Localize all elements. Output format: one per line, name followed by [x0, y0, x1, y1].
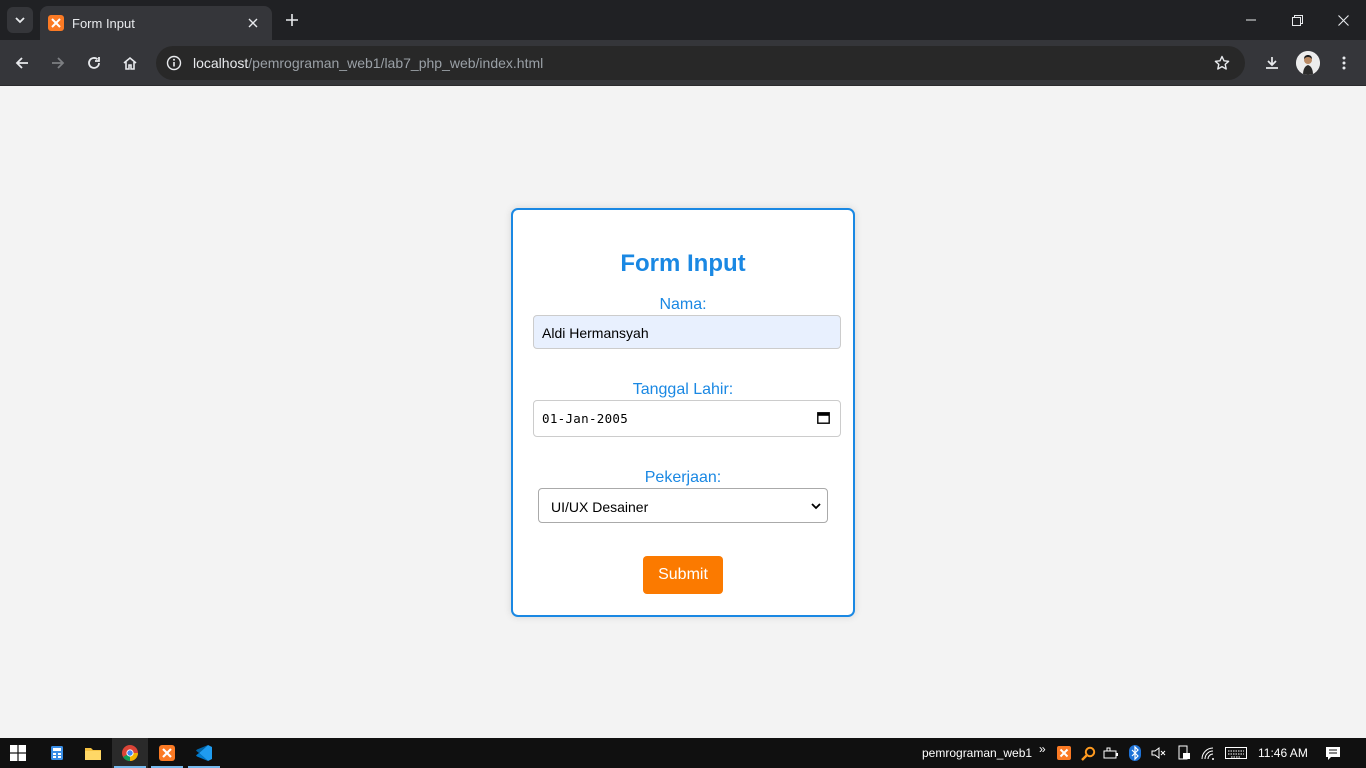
- tanggal-lahir-value: 01-Jan-2005: [542, 411, 629, 426]
- windows-taskbar: pemrograman_web1 » 11:46 AM: [0, 738, 1366, 768]
- restore-icon: [1291, 14, 1303, 26]
- arrow-left-icon: [15, 57, 28, 69]
- pekerjaan-select[interactable]: UI/UX Desainer: [538, 488, 828, 523]
- nama-input-value: Aldi Hermansyah: [542, 325, 649, 341]
- tray-power-icon[interactable]: [1103, 745, 1119, 761]
- minimize-icon: [1246, 19, 1256, 21]
- pekerjaan-selected-value: UI/UX Desainer: [551, 499, 649, 515]
- home-button[interactable]: [116, 49, 144, 77]
- tab-close-icon[interactable]: [244, 14, 262, 32]
- profile-picture-icon: [1296, 51, 1320, 75]
- tab-search-button[interactable]: [7, 7, 33, 33]
- xampp-favicon-icon: [48, 15, 64, 31]
- folder-icon: [85, 748, 101, 760]
- tray-search-icon[interactable]: [1080, 745, 1096, 761]
- calculator-icon: [51, 746, 63, 760]
- reload-icon: [88, 57, 100, 69]
- tanggal-lahir-label: Tanggal Lahir:: [632, 381, 734, 398]
- tray-xampp-icon[interactable]: [1056, 745, 1072, 761]
- address-bar[interactable]: localhost/pemrograman_web1/lab7_php_web/…: [156, 46, 1245, 80]
- bluetooth-icon[interactable]: [1127, 745, 1143, 761]
- restore-button[interactable]: [1274, 0, 1320, 40]
- calendar-icon[interactable]: [817, 411, 830, 424]
- browser-tabstrip: Form Input: [0, 0, 1366, 40]
- volume-muted-icon[interactable]: [1151, 745, 1167, 761]
- start-button[interactable]: [0, 738, 36, 768]
- keyboard-icon[interactable]: [1225, 745, 1247, 761]
- nama-input[interactable]: Aldi Hermansyah: [533, 315, 841, 349]
- url-text: localhost/pemrograman_web1/lab7_php_web/…: [193, 55, 543, 71]
- plus-icon: [286, 14, 298, 26]
- forward-button[interactable]: [44, 49, 72, 77]
- wifi-icon[interactable]: [1200, 745, 1216, 761]
- close-window-button[interactable]: [1320, 0, 1366, 40]
- chrome-icon: [122, 745, 138, 761]
- home-icon: [123, 56, 137, 70]
- chevron-down-icon: [811, 503, 821, 510]
- taskbar-file-explorer[interactable]: [75, 738, 111, 768]
- taskbar-folder-toolbar[interactable]: pemrograman_web1: [922, 746, 1032, 760]
- browser-tab[interactable]: Form Input: [40, 6, 272, 40]
- xampp-icon: [159, 745, 175, 761]
- chevron-down-icon: [15, 17, 25, 24]
- toolbar-overflow-icon[interactable]: »: [1039, 742, 1046, 756]
- form-title: Form Input: [620, 250, 746, 277]
- close-icon: [1337, 14, 1349, 26]
- profile-avatar[interactable]: [1296, 51, 1320, 75]
- site-info-icon[interactable]: [162, 51, 186, 75]
- url-host: localhost: [193, 55, 249, 71]
- download-icon: [1266, 57, 1278, 69]
- browser-menu-button[interactable]: [1330, 49, 1358, 77]
- page-viewport: Form Input Nama: Aldi Hermansyah Tanggal…: [0, 87, 1366, 738]
- back-button[interactable]: [8, 49, 36, 77]
- submit-button[interactable]: Submit: [643, 556, 723, 594]
- vscode-icon: [196, 745, 212, 761]
- notification-icon[interactable]: [1325, 745, 1341, 761]
- bookmark-star-icon[interactable]: [1211, 52, 1233, 74]
- arrow-right-icon: [52, 57, 65, 69]
- url-path: /pemrograman_web1/lab7_php_web/index.htm…: [248, 55, 544, 71]
- minimize-button[interactable]: [1228, 0, 1274, 40]
- tab-title: Form Input: [72, 15, 135, 31]
- more-vertical-icon: [1342, 56, 1346, 70]
- taskbar-clock[interactable]: 11:46 AM: [1258, 746, 1308, 760]
- windows-logo-icon: [10, 745, 26, 761]
- new-tab-button[interactable]: [280, 8, 304, 32]
- taskbar-chrome[interactable]: [112, 738, 148, 768]
- browser-toolbar: localhost/pemrograman_web1/lab7_php_web/…: [0, 40, 1366, 86]
- pekerjaan-label: Pekerjaan:: [644, 469, 722, 486]
- downloads-button[interactable]: [1258, 49, 1286, 77]
- taskbar-xampp[interactable]: [149, 738, 185, 768]
- taskbar-store-app[interactable]: [39, 738, 75, 768]
- form-card: Form Input Nama: Aldi Hermansyah Tanggal…: [511, 208, 855, 617]
- reload-button[interactable]: [80, 49, 108, 77]
- device-icon[interactable]: [1176, 745, 1192, 761]
- taskbar-vscode[interactable]: [186, 738, 222, 768]
- nama-label: Nama:: [659, 296, 707, 313]
- tanggal-lahir-input[interactable]: 01-Jan-2005: [533, 400, 841, 437]
